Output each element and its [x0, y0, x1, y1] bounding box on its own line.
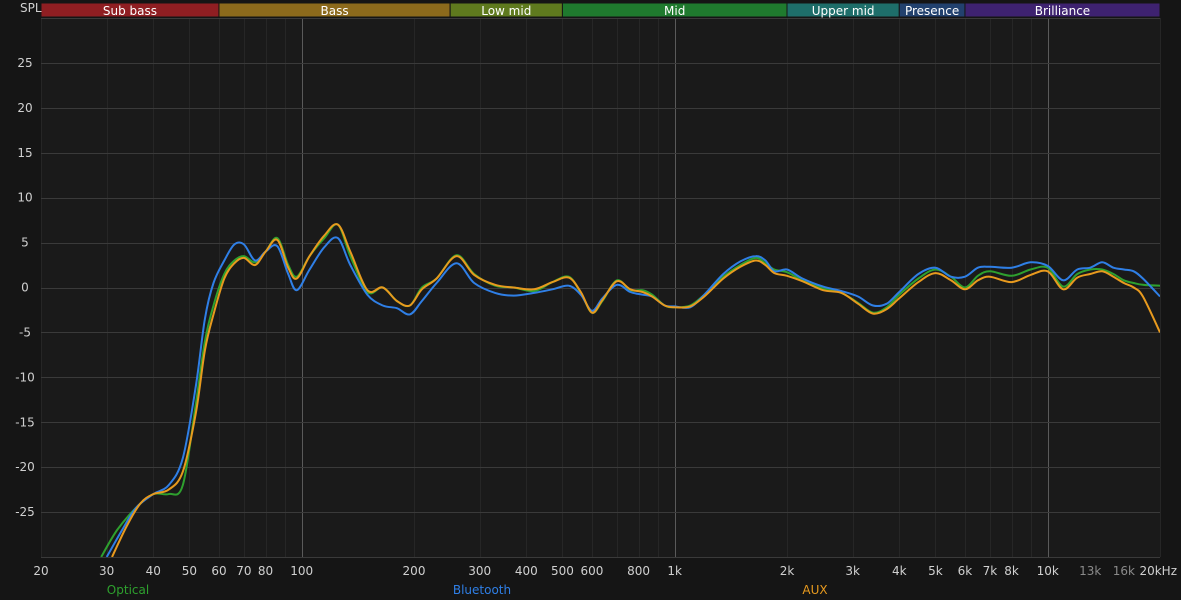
x-tick-label: 10k	[1037, 564, 1059, 578]
x-tick-label: 16k	[1113, 564, 1135, 578]
band-label: Bass	[321, 4, 349, 18]
x-tick-label: 3k	[845, 564, 860, 578]
y-axis-ticks: 25 20 15 10 5 0 -5 -10 -15 -20 -25	[15, 56, 35, 519]
legend: Optical Bluetooth AUX	[107, 583, 828, 597]
x-axis-ticks: 20 30 40 50 60 70 80 100 200 300 400 500 600 800 1k 2k 3…	[33, 564, 1177, 578]
legend-entry-bluetooth: Bluetooth	[453, 583, 511, 597]
y-tick-label: 25	[17, 56, 32, 70]
y-axis-label: SPL	[20, 1, 42, 15]
x-tick-label: 50	[182, 564, 197, 578]
x-tick-label: 300	[468, 564, 491, 578]
x-tick-label: 8k	[1004, 564, 1019, 578]
band-label: Mid	[664, 4, 685, 18]
y-tick-label: -5	[19, 325, 31, 339]
y-tick-label: 10	[17, 191, 32, 205]
x-tick-label: 5k	[928, 564, 943, 578]
plot-area	[41, 18, 1160, 557]
frequency-response-chart: Sub bass Bass Low mid Mid Upper mid Presence B…	[15, 1, 1177, 597]
x-tick-label: 6k	[958, 564, 973, 578]
legend-entry-aux: AUX	[802, 583, 827, 597]
band-label: Low mid	[481, 4, 531, 18]
x-tick-label: 1k	[667, 564, 682, 578]
x-tick-label: 40	[146, 564, 161, 578]
x-tick-label: 200	[403, 564, 426, 578]
y-tick-label: 15	[17, 146, 32, 160]
x-tick-label: 600	[581, 564, 604, 578]
y-tick-label: 0	[21, 281, 29, 295]
y-tick-label: -25	[15, 505, 35, 519]
y-tick-label: -10	[15, 370, 35, 384]
legend-entry-optical: Optical	[107, 583, 149, 597]
x-tick-label: 800	[627, 564, 650, 578]
x-tick-label: 20	[33, 564, 48, 578]
band-label: Brilliance	[1035, 4, 1090, 18]
x-tick-label: 60	[211, 564, 226, 578]
band-label: Sub bass	[103, 4, 157, 18]
x-tick-label: 20kHz	[1139, 564, 1177, 578]
x-tick-label: 500	[551, 564, 574, 578]
x-tick-label: 13k	[1079, 564, 1101, 578]
band-label: Presence	[905, 4, 959, 18]
y-tick-label: 20	[17, 101, 32, 115]
band-label: Upper mid	[812, 4, 875, 18]
x-tick-label: 30	[99, 564, 114, 578]
y-tick-label: -20	[15, 460, 35, 474]
x-tick-label: 2k	[780, 564, 795, 578]
x-tick-label: 100	[290, 564, 313, 578]
x-tick-label: 400	[515, 564, 538, 578]
x-tick-label: 70	[236, 564, 251, 578]
x-tick-label: 80	[258, 564, 273, 578]
frequency-bands: Sub bass Bass Low mid Mid Upper mid Presence B…	[40, 2, 1161, 18]
x-tick-label: 7k	[983, 564, 998, 578]
y-tick-label: -15	[15, 415, 35, 429]
x-tick-label: 4k	[892, 564, 907, 578]
y-tick-label: 5	[21, 236, 29, 250]
